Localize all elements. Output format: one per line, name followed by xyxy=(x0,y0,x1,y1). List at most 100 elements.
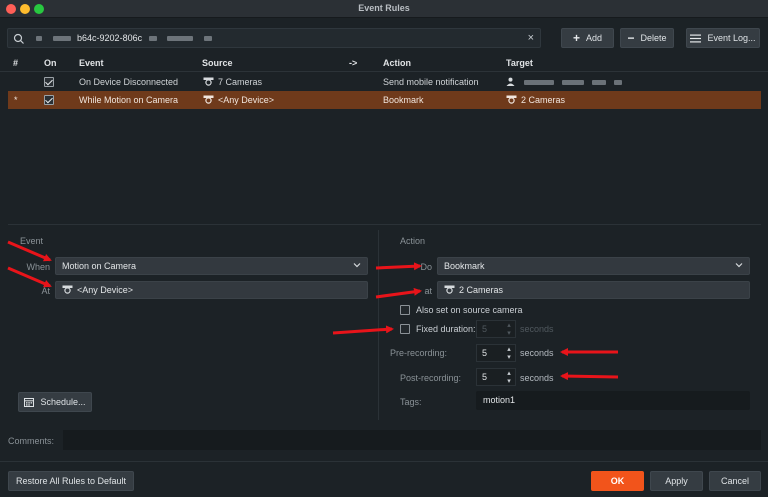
row-source: 7 Cameras xyxy=(203,77,262,87)
do-label: Do xyxy=(420,262,432,272)
header-target[interactable]: Target xyxy=(506,58,533,68)
camera-icon xyxy=(203,77,214,86)
header-num[interactable]: # xyxy=(13,58,18,68)
spin-up-icon: ▴ xyxy=(507,322,511,329)
rules-table-header: # On Event Source -> Action Target xyxy=(0,54,768,72)
comments-input[interactable] xyxy=(63,430,761,450)
schedule-button[interactable]: Schedule... xyxy=(18,392,92,412)
post-recording-value: 5 xyxy=(482,372,488,382)
rule-enabled-checkbox[interactable] xyxy=(44,77,54,87)
apply-button[interactable]: Apply xyxy=(650,471,703,491)
tags-value: motion1 xyxy=(483,395,516,405)
row-source-text: <Any Device> xyxy=(218,95,275,105)
header-arrow[interactable]: -> xyxy=(349,58,357,68)
cancel-button[interactable]: Cancel xyxy=(709,471,761,491)
calendar-icon xyxy=(24,398,35,407)
add-button[interactable]: + Add xyxy=(561,28,614,48)
fixed-duration-checkbox[interactable]: Fixed duration: xyxy=(400,324,476,334)
camera-icon xyxy=(203,95,214,104)
schedule-button-label: Schedule... xyxy=(40,397,86,407)
chevron-down-icon xyxy=(353,263,361,268)
annotation-arrow-post-recording xyxy=(560,372,619,381)
event-at-label: At xyxy=(41,286,50,296)
header-source[interactable]: Source xyxy=(202,58,233,68)
row-target: 2 Cameras xyxy=(506,95,565,105)
spin-up-icon[interactable]: ▴ xyxy=(505,370,513,377)
spin-down-icon[interactable]: ▾ xyxy=(505,354,513,361)
fixed-duration-spinbox: 5 ▴ ▾ xyxy=(476,320,516,338)
header-on[interactable]: On xyxy=(44,58,57,68)
redacted-text xyxy=(36,36,42,42)
do-value: Bookmark xyxy=(444,261,485,271)
annotation-arrow-fixed-duration xyxy=(332,325,394,335)
search-input[interactable]: b64c-9202-806c × xyxy=(7,28,541,48)
header-action[interactable]: Action xyxy=(383,58,411,68)
rule-enabled-checkbox[interactable] xyxy=(44,95,54,105)
when-label: When xyxy=(26,262,50,272)
redacted-text xyxy=(203,36,212,42)
camera-icon xyxy=(62,285,73,294)
table-row-selected[interactable]: * While Motion on Camera <Any Device> Bo… xyxy=(8,91,761,109)
redacted-text xyxy=(524,80,554,86)
search-icon xyxy=(13,33,24,44)
row-source: <Any Device> xyxy=(203,95,274,105)
event-log-button[interactable]: Event Log... xyxy=(686,28,760,48)
also-source-camera-label: Also set on source camera xyxy=(416,305,523,315)
tags-input[interactable]: motion1 xyxy=(476,391,750,410)
when-value: Motion on Camera xyxy=(62,261,137,271)
ok-button[interactable]: OK xyxy=(591,471,644,491)
also-source-camera-checkbox[interactable]: Also set on source camera xyxy=(400,305,523,315)
title-bar: Event Rules xyxy=(0,0,768,18)
cancel-label: Cancel xyxy=(720,476,749,486)
redacted-text xyxy=(614,80,622,86)
user-icon xyxy=(506,77,515,86)
add-button-label: Add xyxy=(586,33,603,43)
row-num: * xyxy=(14,95,18,105)
checkbox[interactable] xyxy=(400,324,410,334)
clear-search-icon[interactable]: × xyxy=(528,32,534,44)
restore-defaults-button[interactable]: Restore All Rules to Default xyxy=(8,471,134,491)
header-event[interactable]: Event xyxy=(79,58,104,68)
plus-icon: + xyxy=(572,31,580,45)
post-recording-unit: seconds xyxy=(520,373,554,383)
event-at-value: <Any Device> xyxy=(62,285,133,295)
minus-icon: − xyxy=(627,31,635,45)
row-target xyxy=(506,77,626,87)
spin-up-icon[interactable]: ▴ xyxy=(505,346,513,353)
pre-recording-spinbox[interactable]: 5 ▴ ▾ xyxy=(476,344,516,362)
pane-divider xyxy=(8,224,761,225)
pre-recording-unit: seconds xyxy=(520,348,554,358)
row-event: On Device Disconnected xyxy=(79,77,179,87)
delete-button[interactable]: − Delete xyxy=(620,28,674,48)
action-at-device-selector[interactable]: 2 Cameras xyxy=(437,281,750,299)
redacted-text xyxy=(592,80,606,86)
list-icon xyxy=(690,34,702,42)
event-at-device-selector[interactable]: <Any Device> xyxy=(55,281,368,299)
pre-recording-label: Pre-recording: xyxy=(390,348,448,358)
window-title: Event Rules xyxy=(358,3,410,13)
action-at-value: 2 Cameras xyxy=(444,285,503,295)
spin-down-icon[interactable]: ▾ xyxy=(505,378,513,385)
when-dropdown[interactable]: Motion on Camera xyxy=(55,257,368,275)
row-action: Send mobile notification xyxy=(383,77,479,87)
restore-defaults-label: Restore All Rules to Default xyxy=(15,476,127,486)
action-section-label: Action xyxy=(400,236,426,246)
post-recording-spinbox[interactable]: 5 ▴ ▾ xyxy=(476,368,516,386)
post-recording-label: Post-recording: xyxy=(400,373,462,383)
pre-recording-value: 5 xyxy=(482,348,488,358)
do-dropdown[interactable]: Bookmark xyxy=(437,257,750,275)
redacted-text xyxy=(52,36,71,42)
redacted-text xyxy=(167,36,194,42)
row-source-text: 7 Cameras xyxy=(218,77,263,87)
fixed-duration-unit: seconds xyxy=(520,324,554,334)
ok-label: OK xyxy=(610,476,625,486)
search-text: b64c-9202-806c xyxy=(32,33,216,43)
fixed-duration-label: Fixed duration: xyxy=(416,324,476,334)
table-row[interactable]: On Device Disconnected 7 Cameras Send mo… xyxy=(8,73,761,91)
fixed-duration-value: 5 xyxy=(482,324,488,334)
apply-label: Apply xyxy=(665,476,688,486)
checkbox[interactable] xyxy=(400,305,410,315)
row-action: Bookmark xyxy=(383,95,424,105)
section-divider xyxy=(378,230,379,420)
row-target-text: 2 Cameras xyxy=(521,95,566,105)
